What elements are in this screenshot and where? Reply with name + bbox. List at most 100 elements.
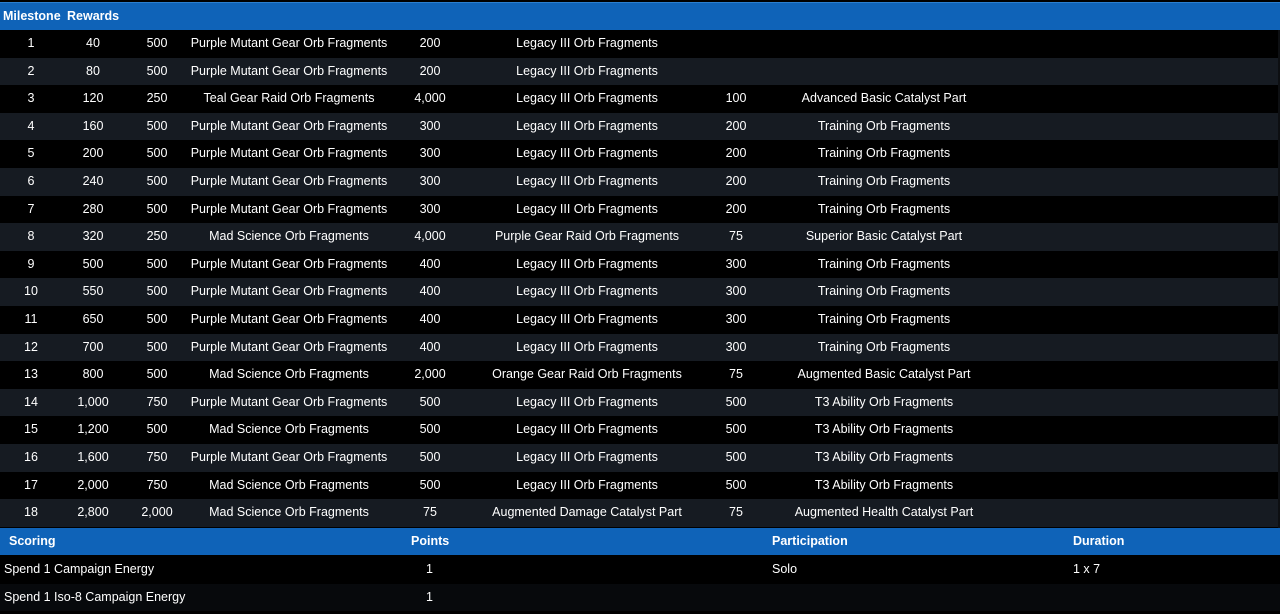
milestone-row: 18 2,800 2,000 Mad Science Orb Fragments 75 A…: [0, 499, 1280, 527]
milestone-row: 4 160 500 Purple Mutant Gear Orb Fragments 3…: [0, 112, 1280, 141]
reward2-qty: 500: [419, 394, 441, 409]
reward1-qty: 500: [146, 63, 168, 78]
reward1-qty: 500: [146, 311, 168, 326]
milestone-row: 9 500 500 Purple Mutant Gear Orb Fragments 4…: [0, 250, 1280, 279]
scoring-table-header: Scoring Points Participation Duration: [0, 528, 1280, 555]
reward2-qty: 400: [419, 256, 441, 271]
reward2-item: Orange Gear Raid Orb Fragments: [492, 367, 682, 382]
reward1-item: Purple Mutant Gear Orb Fragments: [190, 449, 388, 464]
milestone-points: 240: [82, 173, 104, 188]
milestone-row: 8 320 250 Mad Science Orb Fragments 4,000 Pur…: [0, 223, 1280, 251]
reward2-qty: 400: [419, 284, 441, 299]
reward1-item: Mad Science Orb Fragments: [209, 477, 369, 492]
reward1-qty: 500: [146, 173, 168, 188]
milestone-row: 16 1,600 750 Purple Mutant Gear Orb Fragmen…: [0, 443, 1280, 472]
reward2-item: Legacy III Orb Fragments: [516, 339, 658, 354]
milestone-number: 10: [24, 284, 38, 299]
reward1-item: Mad Science Orb Fragments: [209, 422, 369, 437]
milestone-table-header: Milestone Rewards: [0, 2, 1280, 30]
reward1-qty: 500: [146, 146, 168, 161]
milestone-number: 8: [27, 229, 35, 244]
reward2-item: Legacy III Orb Fragments: [516, 422, 658, 437]
milestone-points: 280: [82, 201, 104, 216]
reward3-qty: 200: [725, 146, 747, 161]
reward2-qty: 75: [423, 505, 437, 520]
reward2-qty: 4,000: [414, 229, 446, 244]
milestone-row: 2 80 500 Purple Mutant Gear Orb Fragments 20…: [0, 57, 1280, 86]
reward1-qty: 500: [146, 118, 168, 133]
reward3-item: Augmented Basic Catalyst Part: [797, 367, 971, 382]
reward2-item: Legacy III Orb Fragments: [516, 311, 658, 326]
milestone-table-body: 1 40 500 Purple Mutant Gear Orb Fragments 20…: [0, 30, 1280, 527]
milestone-number: 3: [27, 91, 35, 106]
reward2-qty: 400: [419, 311, 441, 326]
reward2-item: Legacy III Orb Fragments: [516, 36, 658, 50]
reward1-item: Purple Mutant Gear Orb Fragments: [190, 36, 388, 50]
scoring-participation: Solo: [772, 562, 798, 576]
reward2-qty: 300: [419, 118, 441, 133]
header-participation: Participation: [772, 534, 848, 548]
reward2-qty: 400: [419, 339, 441, 354]
reward3-qty: 200: [725, 118, 747, 133]
milestone-row: 17 2,000 750 Mad Science Orb Fragments 500 Le…: [0, 471, 1280, 500]
reward2-item: Legacy III Orb Fragments: [516, 284, 658, 299]
reward3-qty: 500: [725, 394, 747, 409]
reward3-item: Training Orb Fragments: [817, 284, 951, 299]
milestone-number: 1: [27, 36, 35, 50]
reward1-item: Purple Mutant Gear Orb Fragments: [190, 311, 388, 326]
milestone-number: 9: [27, 256, 35, 271]
reward3-item: T3 Ability Orb Fragments: [814, 477, 954, 492]
reward3-item: Training Orb Fragments: [817, 173, 951, 188]
reward2-qty: 500: [419, 477, 441, 492]
reward2-qty: 2,000: [414, 367, 446, 382]
milestone-row: 3 120 250 Teal Gear Raid Orb Fragments 4,000…: [0, 85, 1280, 113]
milestone-points: 120: [82, 91, 104, 106]
header-milestone: Milestone: [3, 9, 61, 23]
reward1-item: Purple Mutant Gear Orb Fragments: [190, 118, 388, 133]
milestone-number: 16: [24, 449, 38, 464]
header-scoring: Scoring: [9, 534, 56, 548]
reward1-item: Purple Mutant Gear Orb Fragments: [190, 201, 388, 216]
milestone-row: 12 700 500 Purple Mutant Gear Orb Fragments…: [0, 333, 1280, 362]
reward3-qty: 100: [725, 91, 747, 106]
reward3-qty: 300: [725, 339, 747, 354]
reward1-item: Purple Mutant Gear Orb Fragments: [190, 173, 388, 188]
milestone-number: 15: [24, 422, 38, 437]
reward2-qty: 300: [419, 201, 441, 216]
milestone-row: 10 550 500 Purple Mutant Gear Orb Fragments…: [0, 278, 1280, 306]
reward3-qty: 75: [729, 229, 743, 244]
milestone-row: 11 650 500 Purple Mutant Gear Orb Fragments…: [0, 305, 1280, 334]
header-points: Points: [411, 534, 450, 548]
reward2-item: Legacy III Orb Fragments: [516, 63, 658, 78]
milestone-row: 13 800 500 Mad Science Orb Fragments 2,000 Or…: [0, 361, 1280, 389]
reward2-qty: 300: [419, 173, 441, 188]
reward3-qty: 200: [725, 173, 747, 188]
reward2-qty: 500: [419, 422, 441, 437]
reward2-item: Legacy III Orb Fragments: [516, 477, 658, 492]
reward1-qty: 500: [146, 256, 168, 271]
reward1-item: Mad Science Orb Fragments: [209, 229, 369, 244]
reward1-qty: 500: [146, 367, 168, 382]
reward3-item: T3 Ability Orb Fragments: [814, 394, 954, 409]
scoring-action: Spend 1 Campaign Energy: [4, 562, 155, 576]
reward3-item: Training Orb Fragments: [817, 311, 951, 326]
reward1-qty: 250: [146, 91, 168, 106]
reward3-item: Training Orb Fragments: [817, 146, 951, 161]
reward3-item: Training Orb Fragments: [817, 339, 951, 354]
milestone-number: 5: [27, 146, 35, 161]
reward3-qty: 300: [725, 284, 747, 299]
header-rewards: Rewards: [67, 9, 120, 23]
milestone-number: 4: [27, 118, 35, 133]
milestone-number: 6: [27, 173, 35, 188]
milestone-points: 40: [86, 36, 100, 50]
milestone-points: 200: [82, 146, 104, 161]
reward1-qty: 500: [146, 339, 168, 354]
milestone-number: 12: [24, 339, 38, 354]
milestone-number: 2: [27, 63, 35, 78]
reward2-item: Purple Gear Raid Orb Fragments: [494, 229, 680, 244]
reward2-item: Legacy III Orb Fragments: [516, 449, 658, 464]
reward1-qty: 500: [146, 422, 168, 437]
reward1-item: Purple Mutant Gear Orb Fragments: [190, 63, 388, 78]
milestone-row: 15 1,200 500 Mad Science Orb Fragments 500 Le…: [0, 416, 1280, 444]
reward3-qty: 300: [725, 256, 747, 271]
